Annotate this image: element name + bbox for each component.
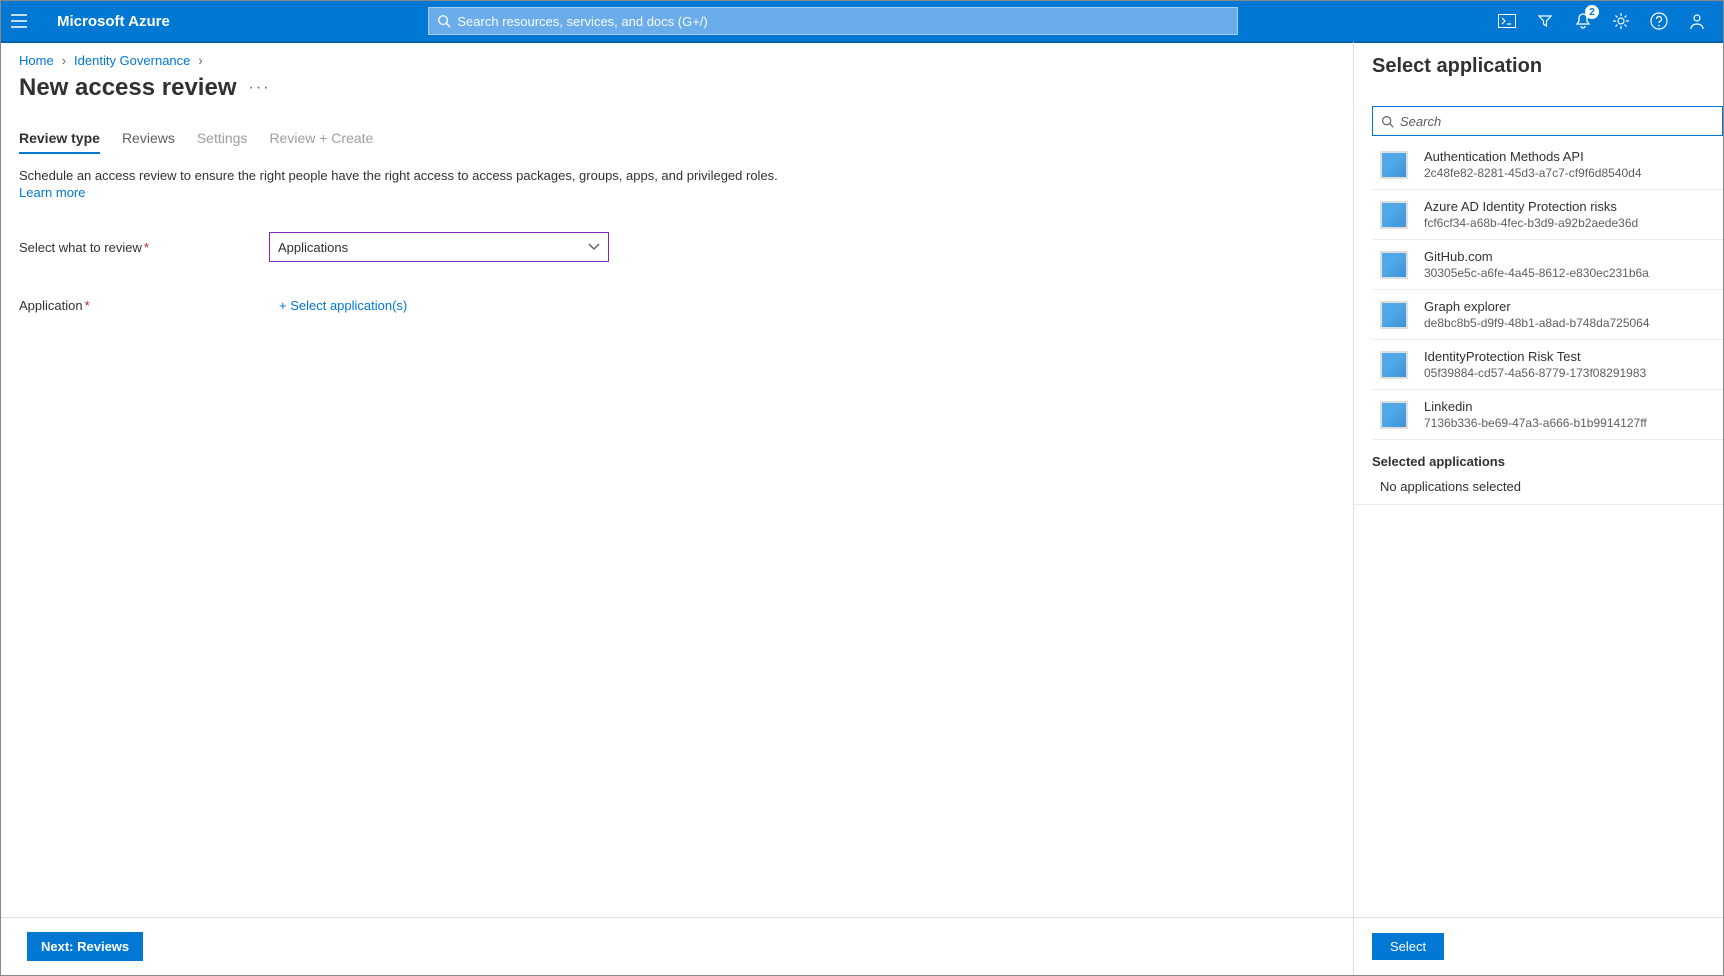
application-icon [1380,401,1408,429]
application-item[interactable]: Azure AD Identity Protection risks fcf6cf… [1372,190,1723,240]
application-name: Graph explorer [1424,299,1650,314]
application-icon [1380,301,1408,329]
cloud-shell-icon[interactable] [1497,11,1517,31]
application-icon [1380,151,1408,179]
filter-icon[interactable] [1535,11,1555,31]
footer-bar: Next: Reviews [1,917,1353,975]
application-icon [1380,251,1408,279]
main-panel: Home › Identity Governance › New access … [1,41,1353,975]
application-text: Azure AD Identity Protection risks fcf6cf… [1424,199,1638,230]
application-icon [1380,201,1408,229]
application-label: Application* [19,298,269,313]
tab-bar: Review type Reviews Settings Review + Cr… [19,130,1335,154]
breadcrumb-identity-governance[interactable]: Identity Governance [74,53,190,68]
top-header: Microsoft Azure 2 [1,1,1723,41]
notification-badge: 2 [1585,5,1599,19]
application-text: Graph explorer de8bc8b5-d9f9-48b1-a8ad-b7… [1424,299,1650,330]
more-actions-icon[interactable]: ··· [249,79,271,97]
global-search-input[interactable] [457,14,1229,29]
notifications-icon[interactable]: 2 [1573,11,1593,31]
settings-icon[interactable] [1611,11,1631,31]
chevron-right-icon: › [62,53,66,68]
tab-review-create: Review + Create [269,130,373,154]
header-icons: 2 [1497,11,1707,31]
hamburger-icon[interactable] [9,11,29,31]
application-id: fcf6cf34-a68b-4fec-b3d9-a92b2aede36d [1424,216,1638,230]
brand-label: Microsoft Azure [57,13,170,30]
application-name: Linkedin [1424,399,1647,414]
application-name: Authentication Methods API [1424,149,1642,164]
tab-settings: Settings [197,130,248,154]
application-item[interactable]: Authentication Methods API 2c48fe82-8281-… [1372,140,1723,190]
select-what-value: Applications [278,240,348,255]
tab-reviews[interactable]: Reviews [122,130,175,154]
application-list: Authentication Methods API 2c48fe82-8281-… [1354,140,1723,440]
application-text: IdentityProtection Risk Test 05f39884-cd5… [1424,349,1646,380]
application-id: 30305e5c-a6fe-4a45-8612-e830ec231b6a [1424,266,1649,280]
page-title: New access review [19,74,237,102]
required-star-icon: * [144,240,149,255]
help-icon[interactable] [1649,11,1669,31]
application-item[interactable]: Graph explorer de8bc8b5-d9f9-48b1-a8ad-b7… [1372,290,1723,340]
global-search-container [428,7,1238,35]
application-item[interactable]: Linkedin 7136b336-be69-47a3-a666-b1b99141… [1372,390,1723,440]
learn-more-link[interactable]: Learn more [19,185,85,200]
right-panel-footer: Select [1354,917,1723,975]
app-search-input[interactable] [1400,114,1714,129]
select-application-panel: Select application Authentication Method… [1353,41,1723,975]
select-applications-link[interactable]: + Select application(s) [279,298,407,313]
next-reviews-button[interactable]: Next: Reviews [27,932,143,961]
application-id: 7136b336-be69-47a3-a666-b1b9914127ff [1424,416,1647,430]
application-name: Azure AD Identity Protection risks [1424,199,1638,214]
breadcrumb-home[interactable]: Home [19,53,54,68]
right-panel-title: Select application [1354,55,1723,78]
feedback-icon[interactable] [1687,11,1707,31]
description-text: Schedule an access review to ensure the … [19,168,1335,183]
select-what-dropdown[interactable]: Applications [269,232,609,262]
no-applications-selected: No applications selected [1354,479,1723,505]
application-item[interactable]: GitHub.com 30305e5c-a6fe-4a45-8612-e830ec… [1372,240,1723,290]
search-icon [437,14,451,28]
required-star-icon: * [85,298,90,313]
application-id: 2c48fe82-8281-45d3-a7c7-cf9f6d8540d4 [1424,166,1642,180]
application-text: Linkedin 7136b336-be69-47a3-a666-b1b99141… [1424,399,1647,430]
application-name: IdentityProtection Risk Test [1424,349,1646,364]
chevron-down-icon [588,243,600,251]
global-search-box[interactable] [428,7,1238,35]
application-text: Authentication Methods API 2c48fe82-8281-… [1424,149,1642,180]
application-id: de8bc8b5-d9f9-48b1-a8ad-b748da725064 [1424,316,1650,330]
tab-review-type[interactable]: Review type [19,130,100,154]
select-what-label: Select what to review* [19,240,269,255]
breadcrumb: Home › Identity Governance › [19,53,1335,68]
application-name: GitHub.com [1424,249,1649,264]
selected-applications-heading: Selected applications [1354,440,1723,479]
application-icon [1380,351,1408,379]
app-search-box[interactable] [1372,106,1723,136]
application-item[interactable]: IdentityProtection Risk Test 05f39884-cd5… [1372,340,1723,390]
chevron-right-icon: › [198,53,202,68]
search-icon [1381,115,1394,128]
select-button[interactable]: Select [1372,933,1444,960]
application-text: GitHub.com 30305e5c-a6fe-4a45-8612-e830ec… [1424,249,1649,280]
application-id: 05f39884-cd57-4a56-8779-173f08291983 [1424,366,1646,380]
